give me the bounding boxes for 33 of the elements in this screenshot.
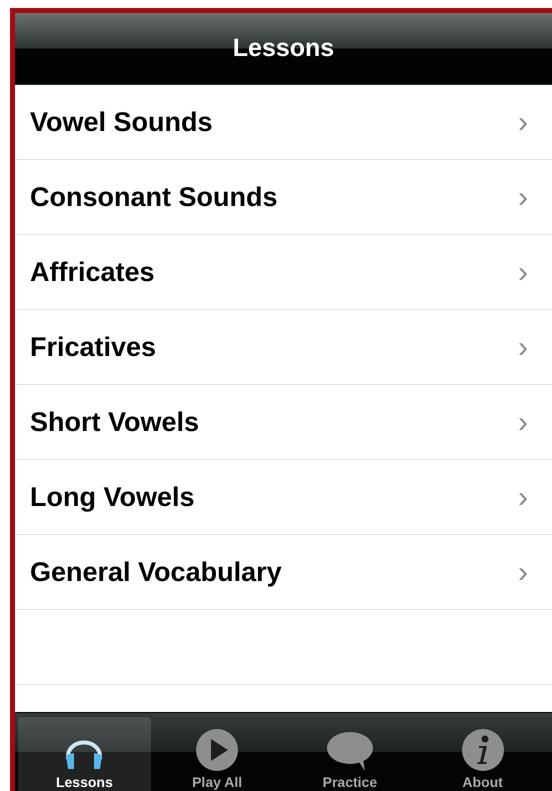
chevron: ›	[518, 254, 528, 290]
lesson-label: Vowel Sounds	[30, 106, 213, 139]
lesson-row[interactable]: Short Vowels ›	[15, 385, 552, 460]
tab[interactable]: Lessons	[18, 717, 151, 791]
tab-label: About	[462, 773, 503, 791]
lesson-row[interactable]: Vowel Sounds ›	[15, 85, 552, 160]
lesson-label: Short Vowels	[30, 406, 200, 439]
lesson-row[interactable]: General Vocabulary ›	[15, 535, 552, 610]
tab[interactable]: Play All	[150, 717, 284, 791]
lesson-row[interactable]: Affricates ›	[15, 235, 552, 310]
info-icon	[462, 729, 504, 771]
lesson-row[interactable]: Fricatives ›	[15, 310, 552, 385]
tab[interactable]: Practice	[284, 717, 416, 791]
lesson-label: Fricatives	[30, 330, 156, 364]
play-icon	[196, 729, 238, 771]
tab-label: Play All	[192, 773, 242, 791]
chevron: ›	[518, 104, 528, 140]
chevron: ›	[518, 554, 528, 590]
tab[interactable]: About	[416, 717, 549, 791]
chevron: ›	[518, 480, 528, 516]
screen-title: Lessons	[232, 32, 334, 64]
chevron: ›	[518, 330, 528, 366]
lesson-row[interactable]: Consonant Sounds ›	[15, 160, 552, 235]
tab-label: Lessons	[56, 773, 113, 791]
speech-bubble-icon	[326, 731, 373, 771]
lesson-label: General Vocabulary	[30, 556, 282, 589]
lesson-row[interactable]: Long Vowels ›	[15, 460, 552, 535]
tab-label: Practice	[322, 773, 378, 791]
lesson-label: Consonant Sounds	[30, 180, 278, 214]
chevron: ›	[518, 404, 528, 440]
lesson-label: Long Vowels	[30, 480, 195, 514]
chevron: ›	[518, 180, 528, 216]
lesson-label: Affricates	[30, 256, 155, 289]
